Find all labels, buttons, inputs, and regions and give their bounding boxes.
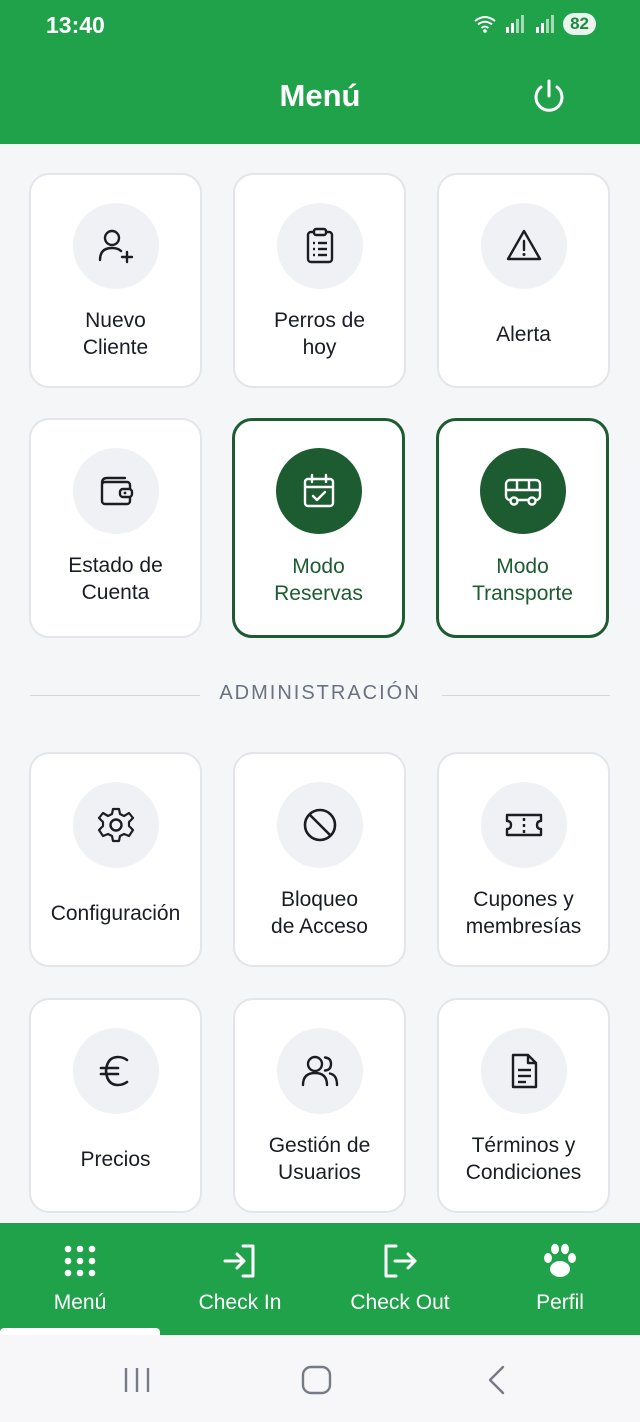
nav-label: Perfil	[536, 1291, 584, 1314]
signal-icon	[506, 15, 525, 33]
ticket-icon	[505, 813, 542, 837]
card-icon-circle	[72, 1028, 159, 1114]
card-cupones-y-membresias[interactable]: Cupones y membresías	[437, 752, 610, 967]
bottom-nav: Menú Check In Check Out Perfil	[0, 1223, 640, 1335]
gear-icon	[97, 807, 134, 843]
divider-line	[442, 695, 610, 696]
app-header: Menú	[0, 52, 640, 144]
home-icon	[301, 1365, 332, 1395]
card-label: Perros de hoy	[273, 309, 366, 359]
card-modo-reservas[interactable]: Modo Reservas	[232, 418, 405, 638]
home-button[interactable]	[297, 1363, 337, 1397]
card-icon-circle	[276, 203, 363, 289]
card-label: Términos y Condiciones	[465, 1134, 582, 1184]
nav-label: Menú	[53, 1291, 107, 1314]
card-icon-circle	[72, 203, 159, 289]
card-icon-circle	[480, 782, 567, 868]
card-terminos-y-condiciones[interactable]: Términos y Condiciones	[437, 998, 610, 1213]
card-icon-circle	[275, 448, 362, 534]
signal-secondary-icon	[536, 15, 555, 33]
calendar-check-icon	[303, 473, 334, 508]
card-label: Cupones y membresías	[465, 888, 582, 938]
recent-apps-button[interactable]	[117, 1363, 157, 1397]
card-icon-circle	[276, 1028, 363, 1114]
card-label: Alerta	[496, 322, 551, 346]
alert-triangle-icon	[506, 229, 541, 261]
login-icon	[223, 1244, 255, 1278]
ban-icon	[303, 808, 336, 842]
recent-apps-icon	[124, 1368, 150, 1392]
card-gestion-de-usuarios[interactable]: Gestión de Usuarios	[233, 998, 406, 1213]
card-bloqueo-de-acceso[interactable]: Bloqueo de Acceso	[233, 752, 406, 967]
section-title: ADMINISTRACIÓN	[219, 682, 421, 704]
card-icon-circle	[72, 782, 159, 868]
card-label: Modo Transporte	[472, 555, 573, 605]
card-label: Gestión de Usuarios	[268, 1134, 371, 1184]
system-nav-bar	[0, 1335, 640, 1422]
card-icon-circle	[276, 782, 363, 868]
card-estado-de-cuenta[interactable]: Estado de Cuenta	[29, 418, 202, 638]
user-plus-icon	[98, 229, 133, 264]
card-configuracion[interactable]: Configuración	[29, 752, 202, 967]
euro-icon	[99, 1055, 128, 1087]
nav-label: Check Out	[350, 1291, 450, 1314]
logout-power-button[interactable]	[528, 76, 570, 118]
card-icon-circle	[479, 448, 566, 534]
card-icon-circle	[480, 203, 567, 289]
card-label: Configuración	[50, 901, 181, 925]
back-button[interactable]	[478, 1363, 518, 1397]
status-icons: 82	[473, 13, 596, 35]
wallet-icon	[100, 476, 133, 506]
status-time: 13:40	[46, 12, 105, 38]
card-icon-circle	[480, 1028, 567, 1114]
status-bar: 13:40 82	[0, 0, 640, 52]
card-alerta[interactable]: Alerta	[437, 173, 610, 388]
wifi-icon	[474, 16, 496, 33]
nav-label: Check In	[198, 1291, 282, 1314]
users-icon	[301, 1055, 338, 1087]
power-icon	[534, 79, 564, 112]
nav-item-perfil[interactable]: Perfil	[480, 1223, 640, 1335]
card-perros-de-hoy[interactable]: Perros de hoy	[233, 173, 406, 388]
card-nuevo-cliente[interactable]: Nuevo Cliente	[29, 173, 202, 388]
back-icon	[488, 1365, 505, 1395]
card-icon-circle	[72, 448, 159, 534]
card-label: Bloqueo de Acceso	[271, 888, 368, 938]
grid-dots-icon	[64, 1245, 96, 1277]
nav-item-menu[interactable]: Menú	[0, 1223, 160, 1335]
nav-item-check-out[interactable]: Check Out	[320, 1223, 480, 1335]
nav-item-check-in[interactable]: Check In	[160, 1223, 320, 1335]
card-label: Estado de Cuenta	[68, 554, 163, 604]
battery-indicator: 82	[563, 13, 596, 35]
document-icon	[511, 1053, 537, 1089]
card-precios[interactable]: Precios	[29, 998, 202, 1213]
logout-icon	[384, 1244, 417, 1278]
card-modo-transporte[interactable]: Modo Transporte	[436, 418, 609, 638]
section-divider-administracion: ADMINISTRACIÓN	[30, 682, 610, 710]
card-label: Precios	[80, 1147, 151, 1171]
paw-icon	[544, 1243, 576, 1277]
card-label: Modo Reservas	[274, 555, 363, 605]
bus-icon	[504, 478, 541, 506]
nav-active-indicator	[0, 1328, 160, 1335]
card-label: Nuevo Cliente	[82, 309, 149, 359]
clipboard-list-icon	[306, 227, 333, 264]
